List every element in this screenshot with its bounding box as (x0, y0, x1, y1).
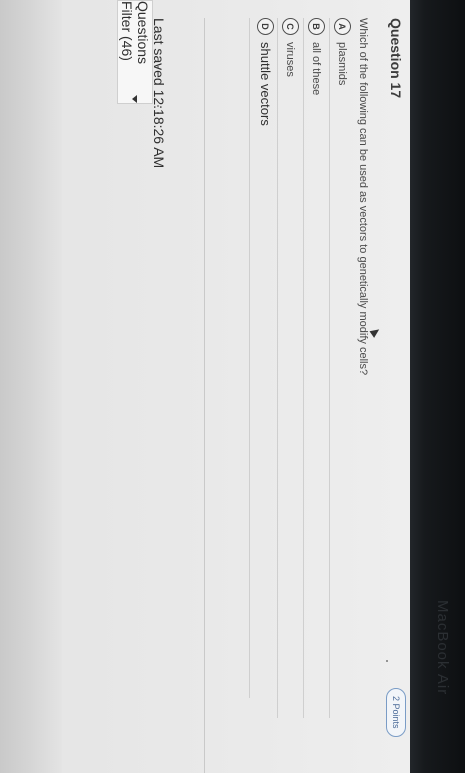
option-divider (249, 18, 250, 698)
laptop-bezel: MacBook Air (410, 0, 465, 773)
option-letter-badge: D (257, 18, 274, 35)
chevron-down-icon (132, 95, 138, 103)
option-letter-badge: B (308, 18, 325, 35)
question-bottom-divider (204, 18, 205, 773)
option-label: viruses (284, 42, 297, 77)
option-divider (277, 18, 278, 718)
answer-option-c[interactable]: C viruses (282, 18, 299, 77)
option-label: all of these (310, 42, 323, 96)
rotated-page: MacBook Air Question 17 2 Points Which o… (0, 0, 465, 773)
photo-frame: MacBook Air Question 17 2 Points Which o… (0, 0, 465, 773)
points-badge: 2 Points (386, 688, 406, 737)
option-divider (303, 18, 304, 718)
option-divider (329, 18, 330, 718)
question-prompt: Which of the following can be used as ve… (357, 18, 369, 376)
answer-option-d[interactable]: D shuttle vectors (257, 18, 274, 126)
option-letter-badge: C (282, 18, 299, 35)
pointer-cursor-icon (369, 326, 382, 338)
option-label: plasmids (336, 42, 349, 86)
screen-bottom-edge (0, 0, 62, 773)
option-label: shuttle vectors (258, 42, 273, 126)
question-title: Question 17 (388, 18, 404, 99)
last-saved-status: Last saved 12:18:26 AM (151, 18, 167, 169)
questions-filter-button[interactable]: Questions Filter (46) (117, 0, 153, 104)
answer-option-a[interactable]: A plasmids (334, 18, 351, 85)
option-letter-badge: A (334, 18, 351, 35)
answer-option-b[interactable]: B all of these (308, 18, 325, 95)
laptop-brand-text: MacBook Air (434, 600, 451, 696)
questions-filter-label: Questions Filter (46) (119, 1, 151, 65)
decorative-dot (386, 660, 388, 662)
